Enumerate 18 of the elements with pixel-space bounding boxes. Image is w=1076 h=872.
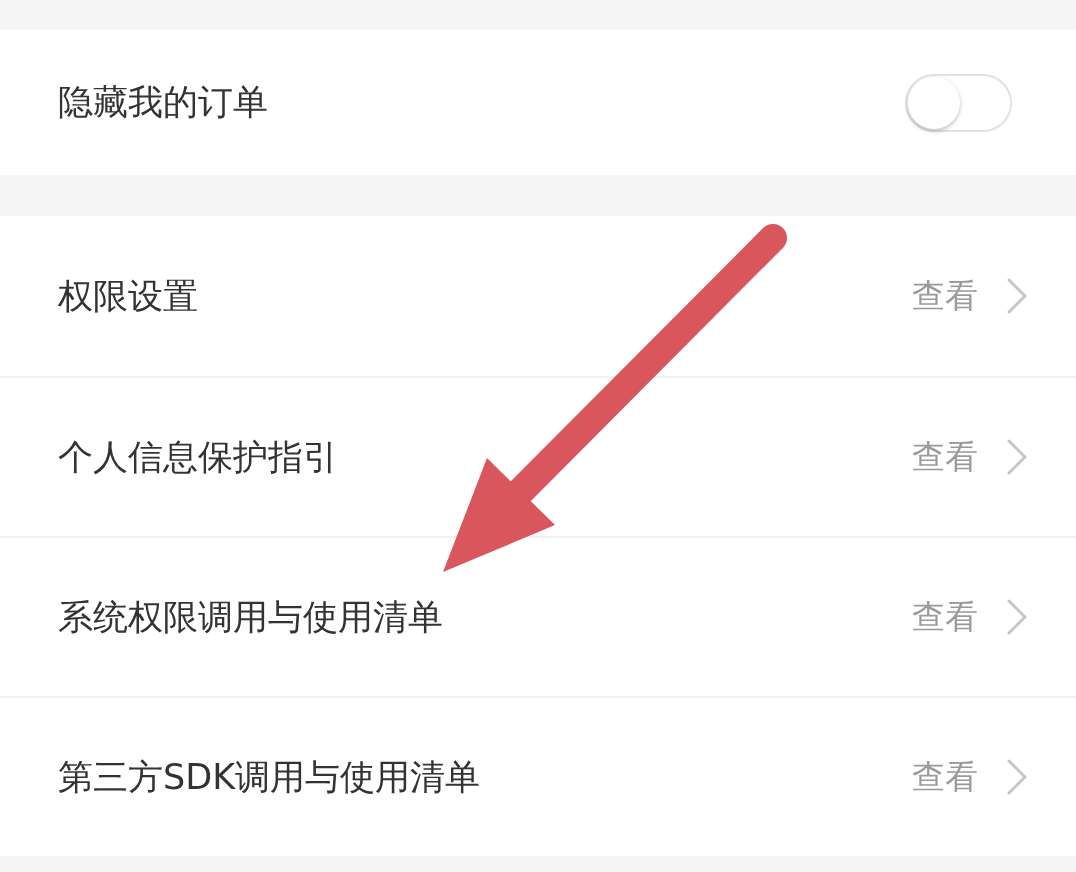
- view-label: 查看: [912, 595, 978, 638]
- chevron-right-icon: [1006, 599, 1028, 635]
- settings-row[interactable]: 第三方SDK调用与使用清单 查看: [0, 696, 1076, 856]
- settings-row[interactable]: 系统权限调用与使用清单 查看: [0, 536, 1076, 696]
- toggle-switch[interactable]: [905, 73, 1012, 132]
- view-label: 查看: [912, 755, 978, 798]
- row-label: 隐藏我的订单: [58, 81, 268, 124]
- row-label: 权限设置: [58, 274, 198, 318]
- row-label: 个人信息保护指引: [58, 435, 338, 479]
- row-label: 第三方SDK调用与使用清单: [58, 755, 481, 799]
- view-label: 查看: [912, 274, 978, 317]
- chevron-right-icon: [1006, 439, 1028, 475]
- view-label: 查看: [912, 435, 978, 478]
- chevron-right-icon: [1006, 278, 1028, 314]
- row-label: 系统权限调用与使用清单: [58, 595, 443, 639]
- chevron-right-icon: [1006, 759, 1028, 795]
- settings-row[interactable]: 个人信息保护指引 查看: [0, 376, 1076, 536]
- settings-row[interactable]: 权限设置 查看: [0, 216, 1076, 376]
